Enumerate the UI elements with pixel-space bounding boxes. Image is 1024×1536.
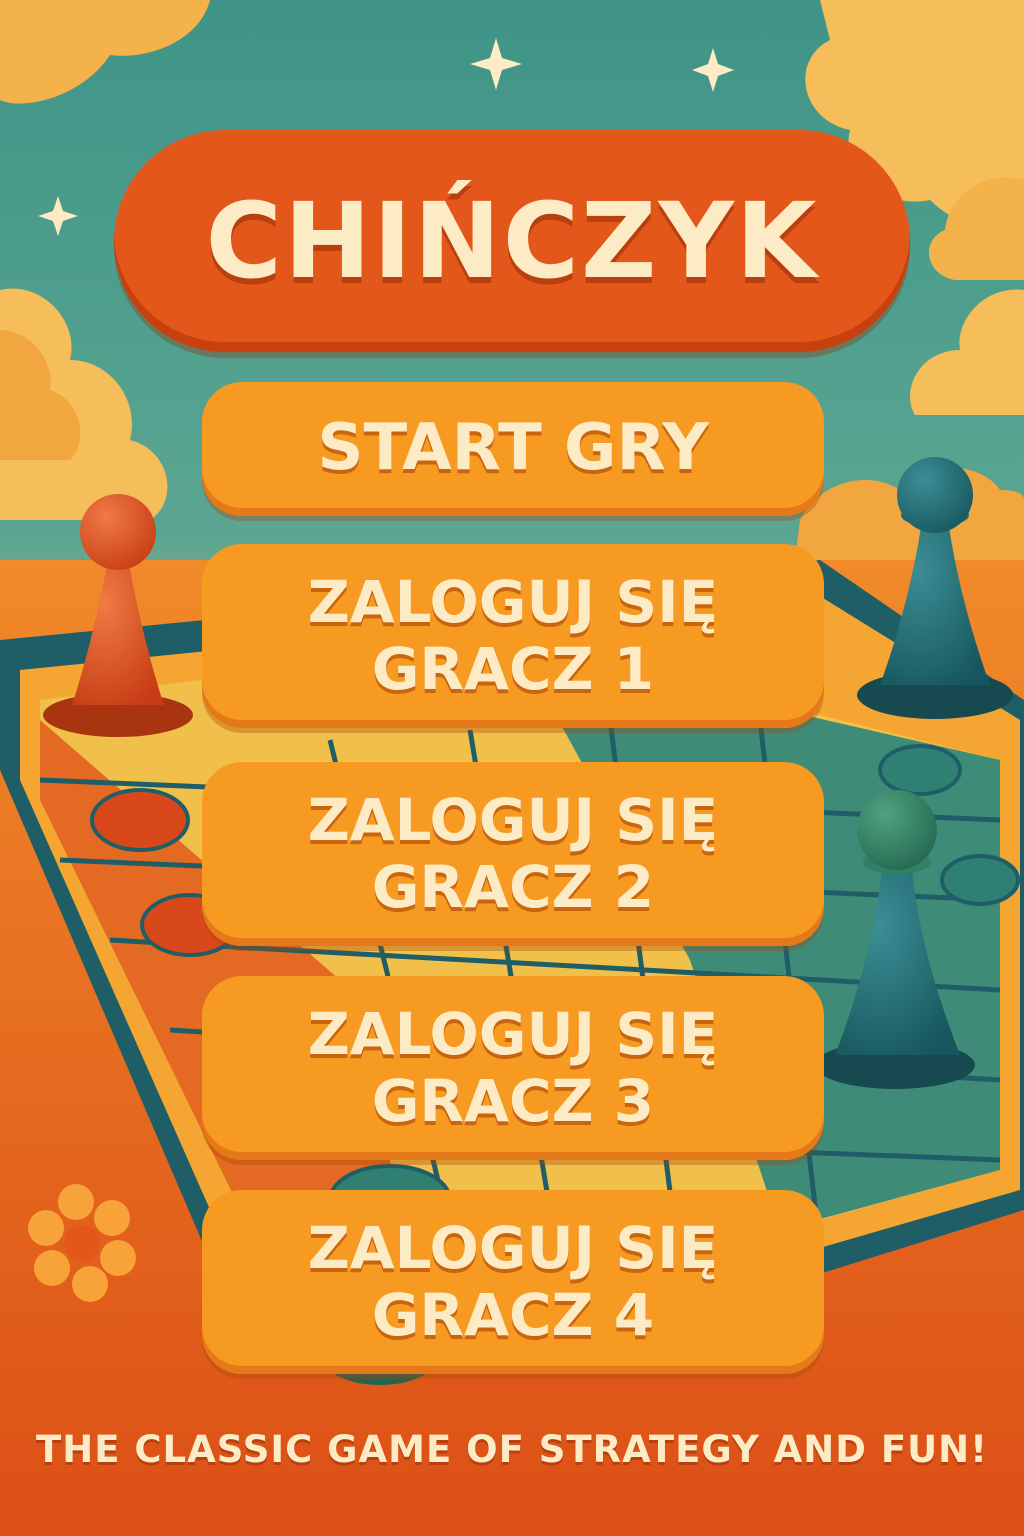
login-player-3-button[interactable]: ZALOGUJ SIĘ GRACZ 3 [202, 976, 824, 1160]
player-label: GRACZ 4 [371, 1281, 655, 1349]
start-game-label: START GRY [317, 411, 709, 486]
login-player-2-button[interactable]: ZALOGUJ SIĘ GRACZ 2 [202, 762, 824, 946]
tagline: THE CLASSIC GAME OF STRATEGY AND FUN! [36, 1428, 988, 1471]
login-label: ZALOGUJ SIĘ [307, 1000, 719, 1069]
player-label: GRACZ 1 [371, 635, 655, 703]
player-label: GRACZ 2 [371, 853, 655, 921]
login-label: ZALOGUJ SIĘ [307, 786, 719, 855]
player-label: GRACZ 3 [371, 1067, 655, 1135]
title-banner: CHIŃCZYK [114, 130, 910, 352]
game-title: CHIŃCZYK [205, 180, 819, 302]
login-player-4-button[interactable]: ZALOGUJ SIĘ GRACZ 4 [202, 1190, 824, 1374]
login-player-1-button[interactable]: ZALOGUJ SIĘ GRACZ 1 [202, 544, 824, 728]
login-label: ZALOGUJ SIĘ [307, 568, 719, 637]
start-game-button[interactable]: START GRY [202, 382, 824, 516]
login-label: ZALOGUJ SIĘ [307, 1214, 719, 1283]
